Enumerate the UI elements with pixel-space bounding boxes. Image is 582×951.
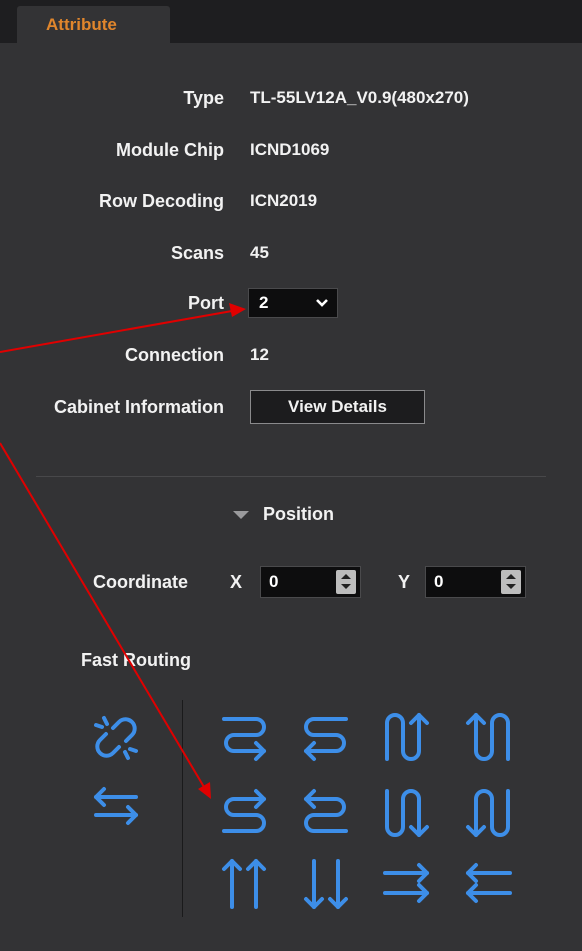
snake-right-up-icon[interactable] <box>216 783 272 843</box>
y-label: Y <box>398 572 411 592</box>
module-chip-row: Module Chip ICND1069 <box>0 135 560 165</box>
snake-down-left-icon[interactable] <box>460 783 516 843</box>
snake-left-up-icon[interactable] <box>298 783 354 843</box>
row-decoding-label: Row Decoding <box>99 191 224 211</box>
chevron-down-icon <box>316 299 328 307</box>
type-row: Type TL-55LV12A_V0.9(480x270) <box>0 83 560 113</box>
view-details-button[interactable]: View Details <box>250 390 425 424</box>
spin-down-icon[interactable] <box>506 584 516 589</box>
scans-row: Scans 45 <box>0 238 560 268</box>
connection-value: 12 <box>250 345 269 364</box>
swap-horizontal-icon[interactable] <box>88 775 144 835</box>
scans-value: 45 <box>250 243 269 262</box>
y-coordinate-value: 0 <box>434 572 444 591</box>
port-label: Port <box>188 293 224 313</box>
module-chip-value: ICND1069 <box>250 140 330 159</box>
parallel-up-icon[interactable] <box>216 853 272 913</box>
type-label: Type <box>183 88 224 108</box>
cabinet-row: Cabinet Information View Details <box>0 390 560 424</box>
parallel-right-icon[interactable] <box>379 853 435 913</box>
spin-up-icon[interactable] <box>506 574 516 579</box>
coordinate-label: Coordinate <box>93 572 189 592</box>
parallel-left-icon[interactable] <box>460 853 516 913</box>
x-coordinate-value: 0 <box>269 572 279 591</box>
port-row: Port 2 <box>0 286 560 318</box>
parallel-down-icon[interactable] <box>298 853 354 913</box>
port-select-value: 2 <box>259 293 269 312</box>
port-select[interactable]: 2 <box>248 288 338 318</box>
row-decoding-row: Row Decoding ICN2019 <box>0 186 560 216</box>
position-heading: Position <box>263 504 334 524</box>
connection-label: Connection <box>125 345 224 365</box>
position-section-toggle[interactable]: Position <box>233 500 334 528</box>
x-spinner-buttons[interactable] <box>336 570 356 594</box>
collapse-triangle-icon <box>233 511 249 520</box>
fast-routing-label: Fast Routing <box>81 650 191 670</box>
snake-down-right-icon[interactable] <box>379 783 435 843</box>
tab-attribute[interactable]: Attribute <box>17 6 170 43</box>
snake-up-right-icon[interactable] <box>379 707 435 767</box>
module-chip-label: Module Chip <box>116 140 224 160</box>
scans-label: Scans <box>170 243 224 263</box>
snake-up-left-icon[interactable] <box>460 707 516 767</box>
spin-up-icon[interactable] <box>341 574 351 579</box>
unlink-icon[interactable] <box>88 708 144 768</box>
divider <box>36 476 546 477</box>
type-value: TL-55LV12A_V0.9(480x270) <box>250 88 469 107</box>
connection-row: Connection 12 <box>0 340 560 370</box>
cabinet-label: Cabinet Information <box>54 397 224 417</box>
attribute-panel: Attribute Type TL-55LV12A_V0.9(480x270) … <box>0 0 582 951</box>
row-decoding-value: ICN2019 <box>250 191 318 210</box>
snake-right-down-icon[interactable] <box>216 707 272 767</box>
tab-bar: Attribute <box>0 0 582 43</box>
spin-down-icon[interactable] <box>341 584 351 589</box>
snake-left-down-icon[interactable] <box>298 707 354 767</box>
x-coordinate-input[interactable]: 0 <box>260 566 361 598</box>
y-coordinate-input[interactable]: 0 <box>425 566 526 598</box>
y-spinner-buttons[interactable] <box>501 570 521 594</box>
routing-separator <box>182 700 183 917</box>
x-label: X <box>230 572 243 592</box>
